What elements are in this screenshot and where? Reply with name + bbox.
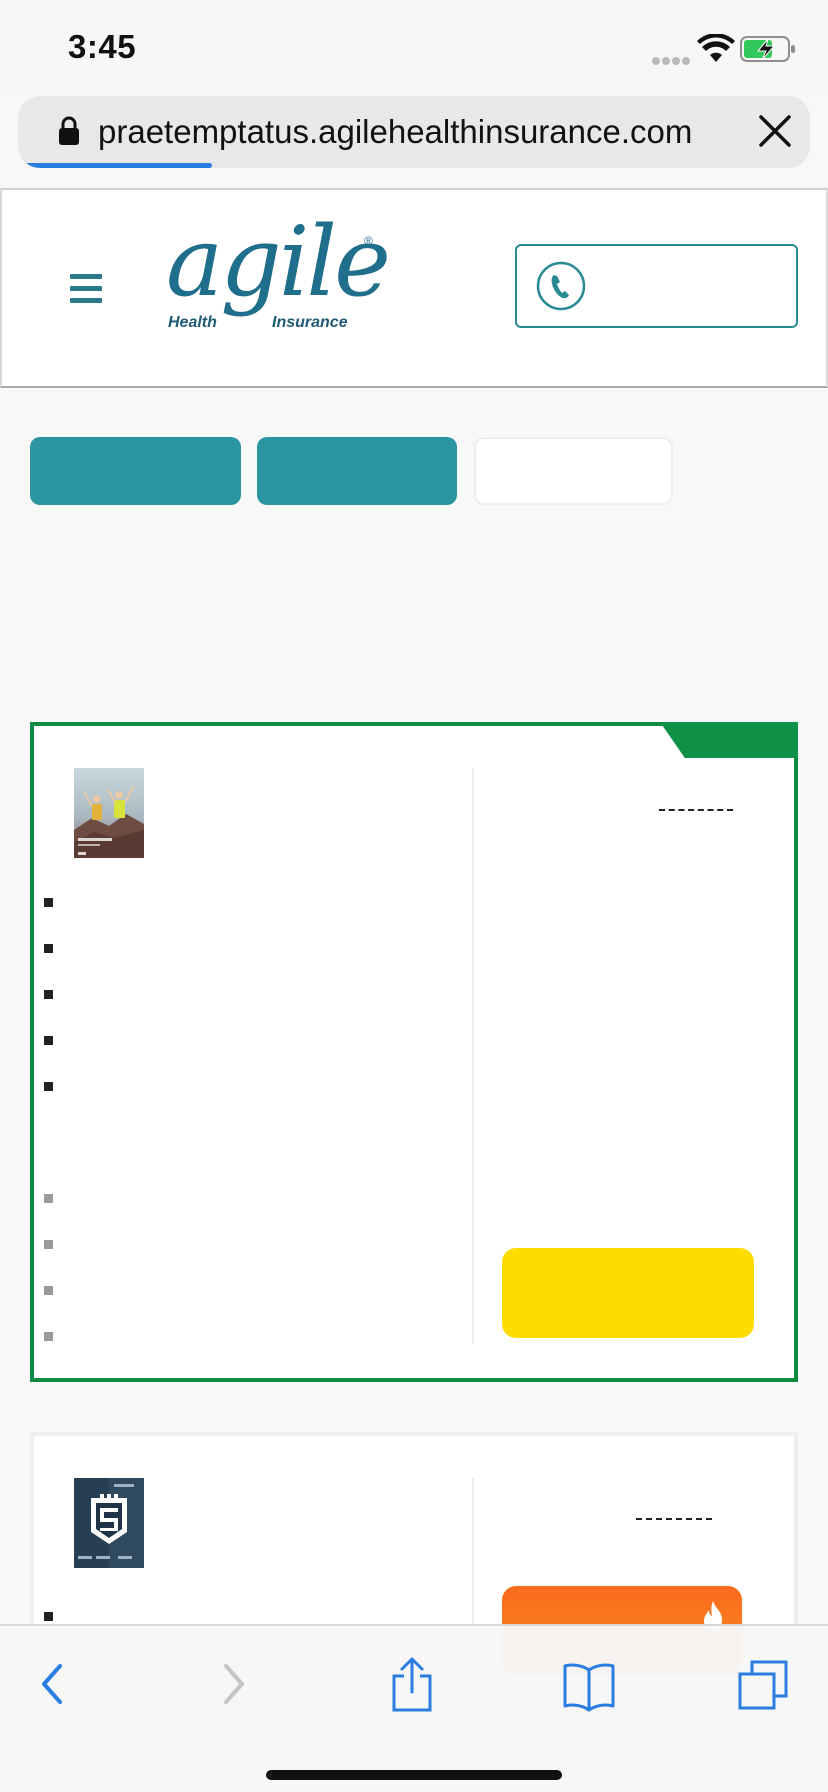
plan-card-featured xyxy=(30,722,798,1382)
url-text[interactable]: praetemptatus.agilehealthinsurance.com xyxy=(98,113,692,151)
wifi-icon xyxy=(697,34,735,62)
hamburger-menu-icon[interactable] xyxy=(70,274,102,306)
call-button[interactable] xyxy=(515,244,798,328)
chevron-left-icon[interactable] xyxy=(36,1656,66,1712)
status-time: 3:45 xyxy=(68,28,137,65)
logo-insurance: Insurance xyxy=(272,314,348,331)
home-indicator xyxy=(266,1770,562,1780)
battery-charging-icon xyxy=(740,36,795,62)
logo-registered-mark: ® xyxy=(364,234,373,248)
agile-logo[interactable]: agile ® Health Insurance xyxy=(162,214,391,340)
price-placeholder xyxy=(659,809,733,811)
browser-toolbar xyxy=(0,1624,828,1792)
shield-emblem-image xyxy=(74,1478,144,1568)
lock-icon xyxy=(59,116,79,145)
plan-brochure-thumbnail[interactable] xyxy=(74,1478,144,1568)
status-bar: 3:45 xyxy=(0,0,828,96)
logo-health: Health xyxy=(168,314,217,331)
book-icon[interactable] xyxy=(562,1656,616,1712)
site-header: agile ® Health Insurance xyxy=(0,188,828,388)
plan-brochure-thumbnail[interactable] xyxy=(74,768,144,858)
featured-flag xyxy=(660,722,798,758)
logo-wordmark: agile xyxy=(166,206,391,318)
phone-icon xyxy=(536,261,586,311)
price-placeholder xyxy=(636,1518,712,1520)
address-bar[interactable]: praetemptatus.agilehealthinsurance.com xyxy=(18,96,810,168)
chevron-right-icon[interactable] xyxy=(220,1656,250,1712)
page-load-progress xyxy=(22,163,213,168)
share-icon[interactable] xyxy=(390,1656,434,1712)
cellular-dots-icon xyxy=(652,52,692,65)
close-icon[interactable] xyxy=(756,112,794,150)
card-divider xyxy=(472,768,474,1344)
apply-button[interactable] xyxy=(502,1248,754,1338)
tab-1[interactable] xyxy=(30,437,241,505)
tab-2[interactable] xyxy=(257,437,457,505)
hikers-image xyxy=(74,768,144,858)
tab-3[interactable] xyxy=(474,437,673,505)
tabs-icon[interactable] xyxy=(736,1656,790,1712)
